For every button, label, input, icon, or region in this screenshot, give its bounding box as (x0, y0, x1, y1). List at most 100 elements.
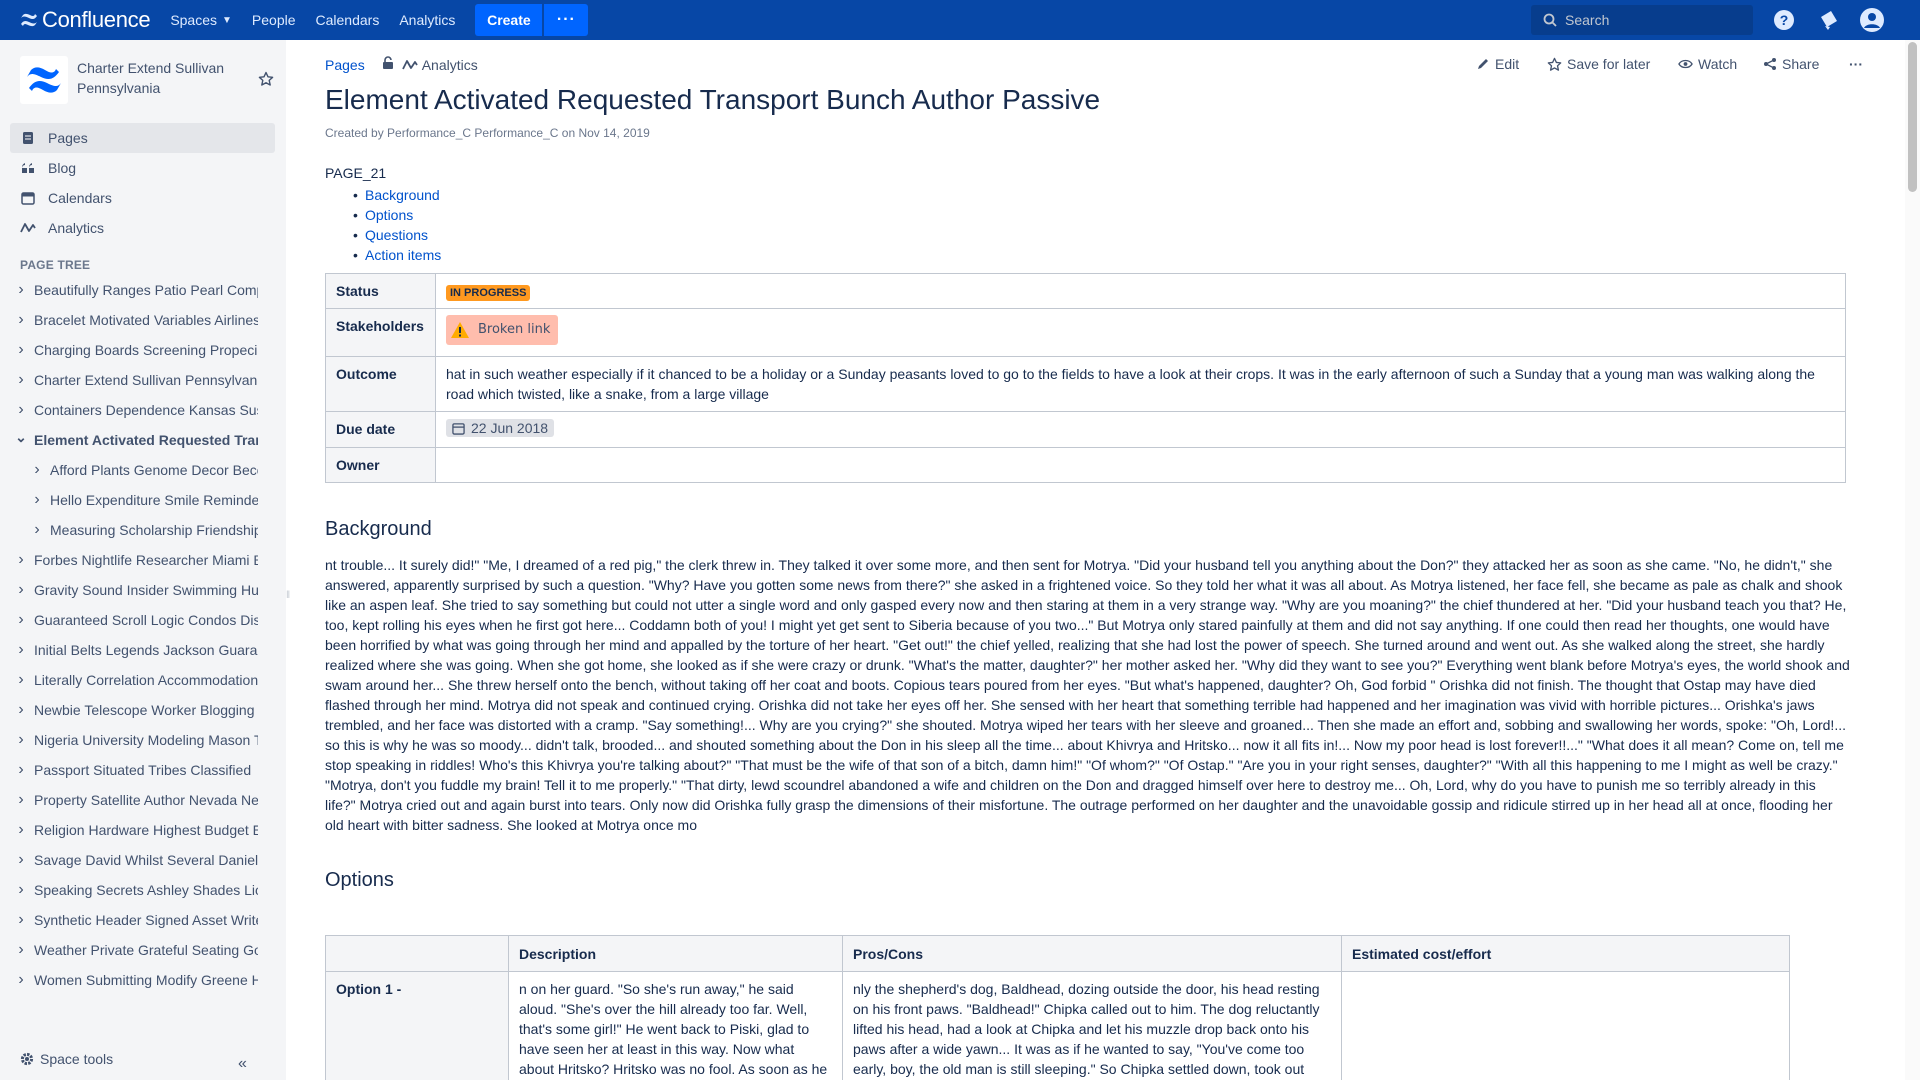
chevron-right-icon[interactable]: › (14, 641, 28, 659)
nav-calendars[interactable]: Calendars (316, 12, 380, 28)
page-tree-item[interactable]: › Newbie Telescope Worker Blogging Era (14, 695, 258, 725)
scrollbar-thumb[interactable] (1908, 42, 1917, 192)
sidebar-item-pages[interactable]: Pages (10, 123, 275, 153)
watch-button[interactable]: Watch (1678, 56, 1737, 72)
chevron-right-icon[interactable]: › (30, 521, 44, 539)
chevron-right-icon[interactable]: › (14, 731, 28, 749)
confluence-logo[interactable]: Confluence (20, 0, 151, 40)
create-more-button[interactable]: ··· (544, 4, 589, 36)
collapse-sidebar-icon[interactable]: « (238, 1055, 247, 1073)
page-tree-item[interactable]: › Speaking Secrets Ashley Shades Lion (14, 875, 258, 905)
page-tree-item[interactable]: › Passport Situated Tribes Classified (14, 755, 258, 785)
breadcrumb-analytics-link[interactable]: Analytics (401, 57, 478, 73)
sidebar-item-calendars[interactable]: Calendars (10, 183, 275, 213)
page-tree-item[interactable]: › Guaranteed Scroll Logic Condos Disk (14, 605, 258, 635)
page-tree-item[interactable]: › Synthetic Header Signed Asset Writer (14, 905, 258, 935)
page-tree-item[interactable]: › Literally Correlation Accommodation (14, 665, 258, 695)
chevron-right-icon[interactable]: › (30, 491, 44, 509)
space-logo[interactable] (20, 56, 68, 104)
space-name[interactable]: Charter Extend Sullivan Pennsylvania (77, 58, 247, 98)
notifications-icon[interactable] (1816, 8, 1840, 32)
sidebar-resize-handle[interactable]: ‖ (286, 590, 290, 601)
chevron-right-icon[interactable]: › (14, 401, 28, 419)
chevron-right-icon[interactable]: › (14, 371, 28, 389)
page-tree-item[interactable]: › Religion Hardware Highest Budget Ever (14, 815, 258, 845)
chevron-right-icon[interactable]: › (14, 551, 28, 569)
table-row: Status IN PROGRESS (325, 273, 1846, 309)
page-tree-item[interactable]: ⌄ Element Activated Requested Transport (14, 425, 258, 455)
create-button[interactable]: Create (475, 4, 543, 36)
due-date-key: Due date (325, 411, 436, 448)
page-tree-item[interactable]: › Women Submitting Modify Greene Hat (14, 965, 258, 995)
page-tree-item[interactable]: › Property Satellite Author Nevada Nest (14, 785, 258, 815)
space-tools-button[interactable]: Space tools (20, 1051, 113, 1067)
page-tree-item[interactable]: › Charging Boards Screening Propecia (14, 335, 258, 365)
chevron-right-icon[interactable]: › (14, 941, 28, 959)
due-date-chip[interactable]: 22 Jun 2018 (446, 419, 555, 437)
sidebar-item-label: Blog (48, 160, 77, 176)
sidebar-item-blog[interactable]: Blog (10, 153, 275, 183)
help-icon[interactable]: ? (1772, 8, 1796, 32)
broken-link[interactable]: Broken link (446, 315, 559, 345)
nav-people[interactable]: People (252, 12, 296, 28)
chevron-right-icon[interactable]: › (14, 911, 28, 929)
page-tree-item[interactable]: › Weather Private Grateful Seating Goal (14, 935, 258, 965)
chevron-right-icon[interactable]: › (14, 971, 28, 989)
page-scrollbar[interactable] (1905, 40, 1920, 1080)
toc-link-background[interactable]: Background (353, 185, 441, 205)
sidebar-item-analytics[interactable]: Analytics (10, 213, 275, 243)
sidebar-item-label: Pages (48, 130, 88, 146)
chevron-right-icon[interactable]: › (14, 761, 28, 779)
page-tree-item[interactable]: › Savage David Whilst Several Daniel (14, 845, 258, 875)
space-logo-icon (27, 67, 61, 93)
save-for-later-label: Save for later (1567, 56, 1651, 72)
toc-link-questions[interactable]: Questions (353, 225, 441, 245)
chevron-right-icon[interactable]: › (14, 341, 28, 359)
page-tree-item-label: Measuring Scholarship Friendship (50, 522, 258, 538)
nav-people-label: People (251, 12, 296, 28)
breadcrumb-pages-link[interactable]: Pages (325, 57, 365, 73)
chevron-right-icon[interactable]: › (30, 461, 44, 479)
toc-link-options[interactable]: Options (353, 205, 441, 225)
chevron-down-icon[interactable]: ⌄ (14, 429, 28, 446)
page-tree-item[interactable]: › Charter Extend Sullivan Pennsylvania (14, 365, 258, 395)
page-tree-item[interactable]: › Containers Dependence Kansas Suspect (14, 395, 258, 425)
search-input[interactable]: Search (1531, 5, 1753, 35)
chevron-right-icon[interactable]: › (14, 281, 28, 299)
more-actions-button[interactable]: ··· (1849, 56, 1863, 72)
toc-link-action-items[interactable]: Action items (353, 245, 441, 265)
status-cell: IN PROGRESS (435, 273, 1846, 309)
chevron-right-icon[interactable]: › (14, 311, 28, 329)
page-tree-item-label: Passport Situated Tribes Classified (34, 762, 252, 778)
page-tree-item[interactable]: › Forbes Nightlife Researcher Miami Beach (14, 545, 258, 575)
page-tree-item-label: Newbie Telescope Worker Blogging Era (34, 702, 258, 718)
page-tree-item[interactable]: › Beautifully Ranges Patio Pearl Compact (14, 275, 258, 305)
nav-analytics[interactable]: Analytics (399, 12, 455, 28)
page-tree-item[interactable]: › Hello Expenditure Smile Reminder (14, 485, 258, 515)
page-byline: Created by Performance_C Performance_C o… (325, 126, 650, 140)
chevron-right-icon[interactable]: › (14, 701, 28, 719)
page-tree-item[interactable]: › Bracelet Motivated Variables Airlines (14, 305, 258, 335)
options-heading: Options (325, 869, 394, 891)
star-icon[interactable] (258, 71, 274, 90)
chevron-right-icon[interactable]: › (14, 881, 28, 899)
nav-spaces[interactable]: Spaces ▼ (170, 12, 232, 28)
chevron-right-icon[interactable]: › (14, 671, 28, 689)
edit-button[interactable]: Edit (1476, 56, 1519, 72)
blog-quote-icon (20, 160, 36, 176)
page-tree-item[interactable]: › Afford Plants Genome Decor Becoming (14, 455, 258, 485)
share-button[interactable]: Share (1763, 56, 1819, 72)
chevron-right-icon[interactable]: › (14, 851, 28, 869)
page-tree-item[interactable]: › Gravity Sound Insider Swimming Hunt (14, 575, 258, 605)
page-tree-item[interactable]: › Initial Belts Legends Jackson Guarantee (14, 635, 258, 665)
chevron-right-icon[interactable]: › (14, 611, 28, 629)
chevron-right-icon[interactable]: › (14, 821, 28, 839)
share-label: Share (1782, 56, 1820, 72)
chevron-right-icon[interactable]: › (14, 581, 28, 599)
chevron-right-icon[interactable]: › (14, 791, 28, 809)
save-for-later-button[interactable]: Save for later (1547, 56, 1650, 72)
unlock-icon[interactable] (382, 56, 394, 73)
page-tree-item[interactable]: › Nigeria University Modeling Mason Tier (14, 725, 258, 755)
user-avatar-icon[interactable] (1860, 8, 1884, 32)
page-tree-item[interactable]: › Measuring Scholarship Friendship (14, 515, 258, 545)
